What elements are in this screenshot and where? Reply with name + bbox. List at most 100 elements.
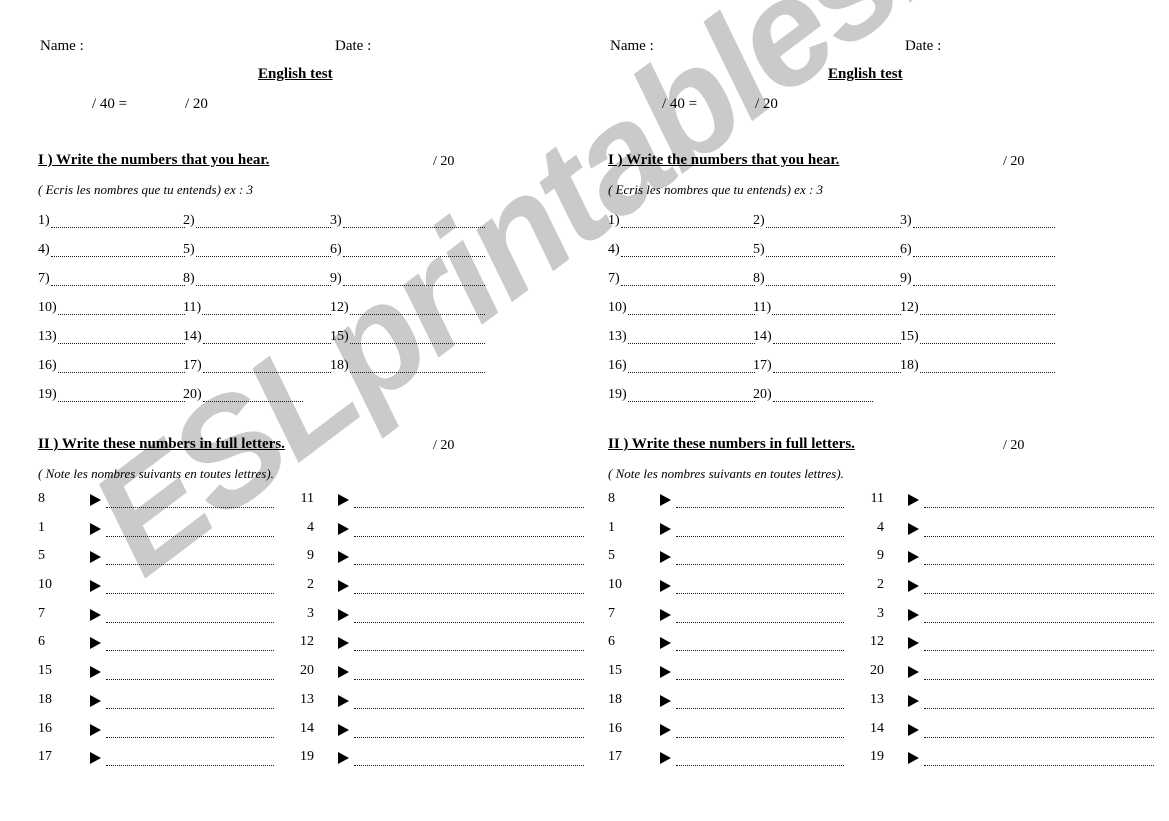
numbered-blank[interactable]: 13) bbox=[38, 322, 185, 344]
number-to-words-item[interactable]: 6 bbox=[38, 633, 288, 657]
answer-line[interactable] bbox=[676, 765, 844, 767]
number-to-words-item[interactable]: 19 bbox=[858, 748, 1154, 772]
numbered-blank[interactable]: 17) bbox=[183, 351, 331, 373]
number-to-words-item[interactable]: 4 bbox=[288, 519, 584, 543]
numbered-blank[interactable]: 5) bbox=[183, 235, 331, 257]
numbered-blank[interactable]: 5) bbox=[753, 235, 901, 257]
number-to-words-item[interactable]: 17 bbox=[608, 748, 858, 772]
answer-line[interactable] bbox=[195, 243, 331, 257]
answer-line[interactable] bbox=[627, 388, 755, 402]
numbered-blank[interactable]: 7) bbox=[608, 264, 755, 286]
number-to-words-item[interactable]: 12 bbox=[858, 633, 1154, 657]
answer-line[interactable] bbox=[676, 621, 844, 623]
numbered-blank[interactable]: 15) bbox=[900, 322, 1055, 344]
number-to-words-item[interactable]: 7 bbox=[608, 605, 858, 629]
number-to-words-item[interactable]: 16 bbox=[38, 720, 288, 744]
answer-line[interactable] bbox=[924, 765, 1154, 767]
answer-line[interactable] bbox=[195, 214, 331, 228]
number-to-words-item[interactable]: 11 bbox=[858, 490, 1154, 514]
numbered-blank[interactable]: 16) bbox=[608, 351, 755, 373]
numbered-blank[interactable]: 12) bbox=[900, 293, 1055, 315]
numbered-blank[interactable]: 14) bbox=[753, 322, 901, 344]
answer-line[interactable] bbox=[202, 301, 331, 315]
numbered-blank[interactable]: 4) bbox=[38, 235, 185, 257]
answer-line[interactable] bbox=[342, 272, 485, 286]
number-to-words-item[interactable]: 7 bbox=[38, 605, 288, 629]
numbered-blank[interactable]: 16) bbox=[38, 351, 185, 373]
numbered-blank[interactable]: 2) bbox=[753, 206, 901, 228]
answer-line[interactable] bbox=[354, 679, 584, 681]
numbered-blank[interactable]: 3) bbox=[330, 206, 485, 228]
number-to-words-item[interactable]: 2 bbox=[858, 576, 1154, 600]
answer-line[interactable] bbox=[57, 359, 185, 373]
answer-line[interactable] bbox=[765, 272, 901, 286]
number-to-words-item[interactable]: 8 bbox=[38, 490, 288, 514]
number-to-words-item[interactable]: 10 bbox=[608, 576, 858, 600]
numbered-blank[interactable]: 13) bbox=[608, 322, 755, 344]
answer-line[interactable] bbox=[924, 650, 1154, 652]
number-to-words-item[interactable]: 20 bbox=[288, 662, 584, 686]
number-to-words-item[interactable]: 16 bbox=[608, 720, 858, 744]
answer-line[interactable] bbox=[195, 272, 331, 286]
answer-line[interactable] bbox=[354, 650, 584, 652]
numbered-blank[interactable]: 11) bbox=[753, 293, 901, 315]
number-to-words-item[interactable]: 11 bbox=[288, 490, 584, 514]
answer-line[interactable] bbox=[772, 330, 901, 344]
answer-line[interactable] bbox=[106, 507, 274, 508]
numbered-blank[interactable]: 11) bbox=[183, 293, 331, 315]
number-to-words-item[interactable]: 8 bbox=[608, 490, 858, 514]
answer-line[interactable] bbox=[912, 243, 1055, 257]
answer-line[interactable] bbox=[765, 214, 901, 228]
number-to-words-item[interactable]: 15 bbox=[608, 662, 858, 686]
numbered-blank[interactable]: 19) bbox=[608, 380, 755, 402]
answer-line[interactable] bbox=[676, 535, 844, 537]
answer-line[interactable] bbox=[106, 535, 274, 537]
answer-line[interactable] bbox=[676, 736, 844, 738]
number-to-words-item[interactable]: 2 bbox=[288, 576, 584, 600]
answer-line[interactable] bbox=[924, 564, 1154, 566]
answer-line[interactable] bbox=[106, 765, 274, 767]
answer-line[interactable] bbox=[106, 564, 274, 566]
answer-line[interactable] bbox=[919, 330, 1055, 344]
number-to-words-item[interactable]: 9 bbox=[858, 547, 1154, 571]
number-to-words-item[interactable]: 3 bbox=[858, 605, 1154, 629]
numbered-blank[interactable]: 10) bbox=[38, 293, 185, 315]
answer-line[interactable] bbox=[924, 679, 1154, 681]
answer-line[interactable] bbox=[627, 359, 755, 373]
answer-line[interactable] bbox=[354, 535, 584, 537]
answer-line[interactable] bbox=[106, 650, 274, 652]
number-to-words-item[interactable]: 13 bbox=[858, 691, 1154, 715]
answer-line[interactable] bbox=[106, 593, 274, 595]
answer-line[interactable] bbox=[772, 359, 901, 373]
numbered-blank[interactable]: 10) bbox=[608, 293, 755, 315]
numbered-blank[interactable]: 18) bbox=[900, 351, 1055, 373]
answer-line[interactable] bbox=[919, 359, 1055, 373]
number-to-words-item[interactable]: 13 bbox=[288, 691, 584, 715]
answer-line[interactable] bbox=[772, 388, 873, 402]
answer-line[interactable] bbox=[342, 243, 485, 257]
number-to-words-item[interactable]: 18 bbox=[608, 691, 858, 715]
answer-line[interactable] bbox=[924, 507, 1154, 508]
answer-line[interactable] bbox=[912, 272, 1055, 286]
numbered-blank[interactable]: 1) bbox=[608, 206, 755, 228]
answer-line[interactable] bbox=[349, 359, 485, 373]
numbered-blank[interactable]: 20) bbox=[183, 380, 303, 402]
numbered-blank[interactable]: 19) bbox=[38, 380, 185, 402]
answer-line[interactable] bbox=[912, 214, 1055, 228]
answer-line[interactable] bbox=[50, 214, 185, 228]
numbered-blank[interactable]: 4) bbox=[608, 235, 755, 257]
number-to-words-item[interactable]: 20 bbox=[858, 662, 1154, 686]
numbered-blank[interactable]: 8) bbox=[753, 264, 901, 286]
number-to-words-item[interactable]: 3 bbox=[288, 605, 584, 629]
number-to-words-item[interactable]: 17 bbox=[38, 748, 288, 772]
answer-line[interactable] bbox=[765, 243, 901, 257]
answer-line[interactable] bbox=[106, 707, 274, 709]
answer-line[interactable] bbox=[354, 707, 584, 709]
number-to-words-item[interactable]: 1 bbox=[608, 519, 858, 543]
answer-line[interactable] bbox=[924, 593, 1154, 595]
answer-line[interactable] bbox=[50, 243, 185, 257]
number-to-words-item[interactable]: 6 bbox=[608, 633, 858, 657]
numbered-blank[interactable]: 12) bbox=[330, 293, 485, 315]
numbered-blank[interactable]: 9) bbox=[330, 264, 485, 286]
answer-line[interactable] bbox=[354, 593, 584, 595]
